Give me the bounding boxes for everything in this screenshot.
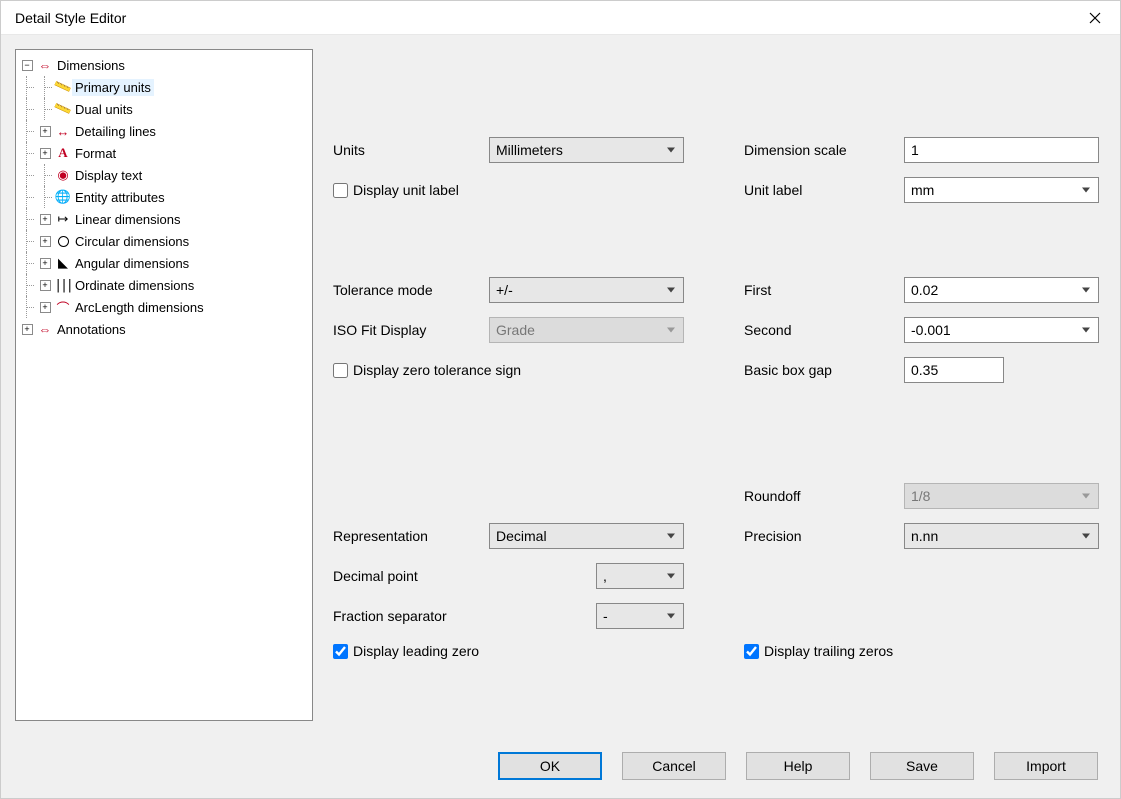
tree-label: Angular dimensions [72,255,192,272]
dimension-scale-input[interactable]: 1 [904,137,1099,163]
precision-label: Precision [744,528,904,544]
tree-label: Primary units [72,79,154,96]
representation-combo[interactable]: Decimal [489,523,684,549]
iso-fit-combo: Grade [489,317,684,343]
display-zero-tolerance-text: Display zero tolerance sign [353,362,521,378]
display-unit-label-checkbox[interactable] [333,183,348,198]
basic-box-gap-input[interactable]: 0.35 [904,357,1004,383]
tree-label: Entity attributes [72,189,168,206]
angular-dimensions-icon: ◣ [54,254,72,272]
main-area: − ⇔ Dimensions 📏 Primary units 📏 Dual un… [15,49,1106,734]
iso-fit-label: ISO Fit Display [333,322,489,338]
unit-label-label: Unit label [744,182,904,198]
roundoff-combo: 1/8 [904,483,1099,509]
save-button[interactable]: Save [870,752,974,780]
tree-node-linear-dimensions[interactable]: + ↦ Linear dimensions [18,208,310,230]
close-icon [1089,12,1101,24]
tree-label: Display text [72,167,145,184]
units-label: Units [333,142,489,158]
tree-node-format[interactable]: + A Format [18,142,310,164]
tree-label: Format [72,145,119,162]
help-button[interactable]: Help [746,752,850,780]
expand-icon[interactable]: + [22,324,33,335]
display-leading-zero-text: Display leading zero [353,643,479,659]
button-row: OK Cancel Help Save Import [15,734,1106,784]
collapse-icon[interactable]: − [22,60,33,71]
linear-dimensions-icon: ↦ [54,210,72,228]
tree-node-angular-dimensions[interactable]: + ◣ Angular dimensions [18,252,310,274]
format-icon: A [54,144,72,162]
expand-icon[interactable]: + [40,148,51,159]
window-title: Detail Style Editor [15,10,1072,26]
decimal-point-combo[interactable]: , [596,563,684,589]
entity-attributes-icon: 🌐 [54,188,72,206]
tree-node-circular-dimensions[interactable]: + Circular dimensions [18,230,310,252]
tree-node-primary-units[interactable]: 📏 Primary units [18,76,310,98]
display-leading-zero-checkbox[interactable] [333,644,348,659]
display-text-icon: ◉ [54,166,72,184]
tree-label: Dual units [72,101,136,118]
basic-box-gap-label: Basic box gap [744,362,904,378]
tree-node-dual-units[interactable]: 📏 Dual units [18,98,310,120]
tree-node-arclength-dimensions[interactable]: + ⌒ ArcLength dimensions [18,296,310,318]
ordinate-dimensions-icon: ||| [54,276,72,294]
display-trailing-zeros-text: Display trailing zeros [764,643,893,659]
tree-label: ArcLength dimensions [72,299,207,316]
units-combo[interactable]: Millimeters [489,137,684,163]
expand-icon[interactable]: + [40,258,51,269]
expand-icon[interactable]: + [40,280,51,291]
form-panel: Units Millimeters Dimension scale 1 Disp… [333,49,1106,734]
tree-node-dimensions[interactable]: − ⇔ Dimensions [18,54,310,76]
representation-label: Representation [333,528,489,544]
dialog-window: Detail Style Editor − ⇔ Dimensions 📏 Pri… [0,0,1121,799]
decimal-point-label: Decimal point [333,568,489,584]
cancel-button[interactable]: Cancel [622,752,726,780]
unit-label-combo[interactable]: mm [904,177,1099,203]
dimensions-icon: ⇔ [36,56,54,74]
display-unit-label-text: Display unit label [353,182,459,198]
roundoff-label: Roundoff [744,488,904,504]
tree-label: Dimensions [54,57,128,74]
close-button[interactable] [1072,3,1118,33]
tree-node-detailing-lines[interactable]: + ↔ Detailing lines [18,120,310,142]
fraction-separator-combo[interactable]: - [596,603,684,629]
dimension-scale-label: Dimension scale [744,142,904,158]
first-label: First [744,282,904,298]
precision-combo[interactable]: n.nn [904,523,1099,549]
import-button[interactable]: Import [994,752,1098,780]
second-combo[interactable]: -0.001 [904,317,1099,343]
expand-icon[interactable]: + [40,126,51,137]
tolerance-mode-label: Tolerance mode [333,282,489,298]
expand-icon[interactable]: + [40,302,51,313]
ok-button[interactable]: OK [498,752,602,780]
tree-label: Circular dimensions [72,233,192,250]
arclength-dimensions-icon: ⌒ [54,298,72,316]
content-area: − ⇔ Dimensions 📏 Primary units 📏 Dual un… [1,35,1120,798]
display-trailing-zeros-checkbox[interactable] [744,644,759,659]
tree-node-ordinate-dimensions[interactable]: + ||| Ordinate dimensions [18,274,310,296]
tree-panel[interactable]: − ⇔ Dimensions 📏 Primary units 📏 Dual un… [15,49,313,721]
detailing-lines-icon: ↔ [54,122,72,140]
tree-node-annotations[interactable]: + ⇔ Annotations [18,318,310,340]
annotations-icon: ⇔ [36,320,54,338]
tree-label: Ordinate dimensions [72,277,197,294]
expand-icon[interactable]: + [40,214,51,225]
titlebar: Detail Style Editor [1,1,1120,35]
tree-node-display-text[interactable]: ◉ Display text [18,164,310,186]
first-combo[interactable]: 0.02 [904,277,1099,303]
fraction-separator-label: Fraction separator [333,608,489,624]
expand-icon[interactable]: + [40,236,51,247]
tolerance-mode-combo[interactable]: +/- [489,277,684,303]
tree-label: Annotations [54,321,129,338]
second-label: Second [744,322,904,338]
circular-dimensions-icon [54,232,72,250]
display-zero-tolerance-checkbox[interactable] [333,363,348,378]
tree-label: Detailing lines [72,123,159,140]
tree-label: Linear dimensions [72,211,184,228]
tree-node-entity-attributes[interactable]: 🌐 Entity attributes [18,186,310,208]
